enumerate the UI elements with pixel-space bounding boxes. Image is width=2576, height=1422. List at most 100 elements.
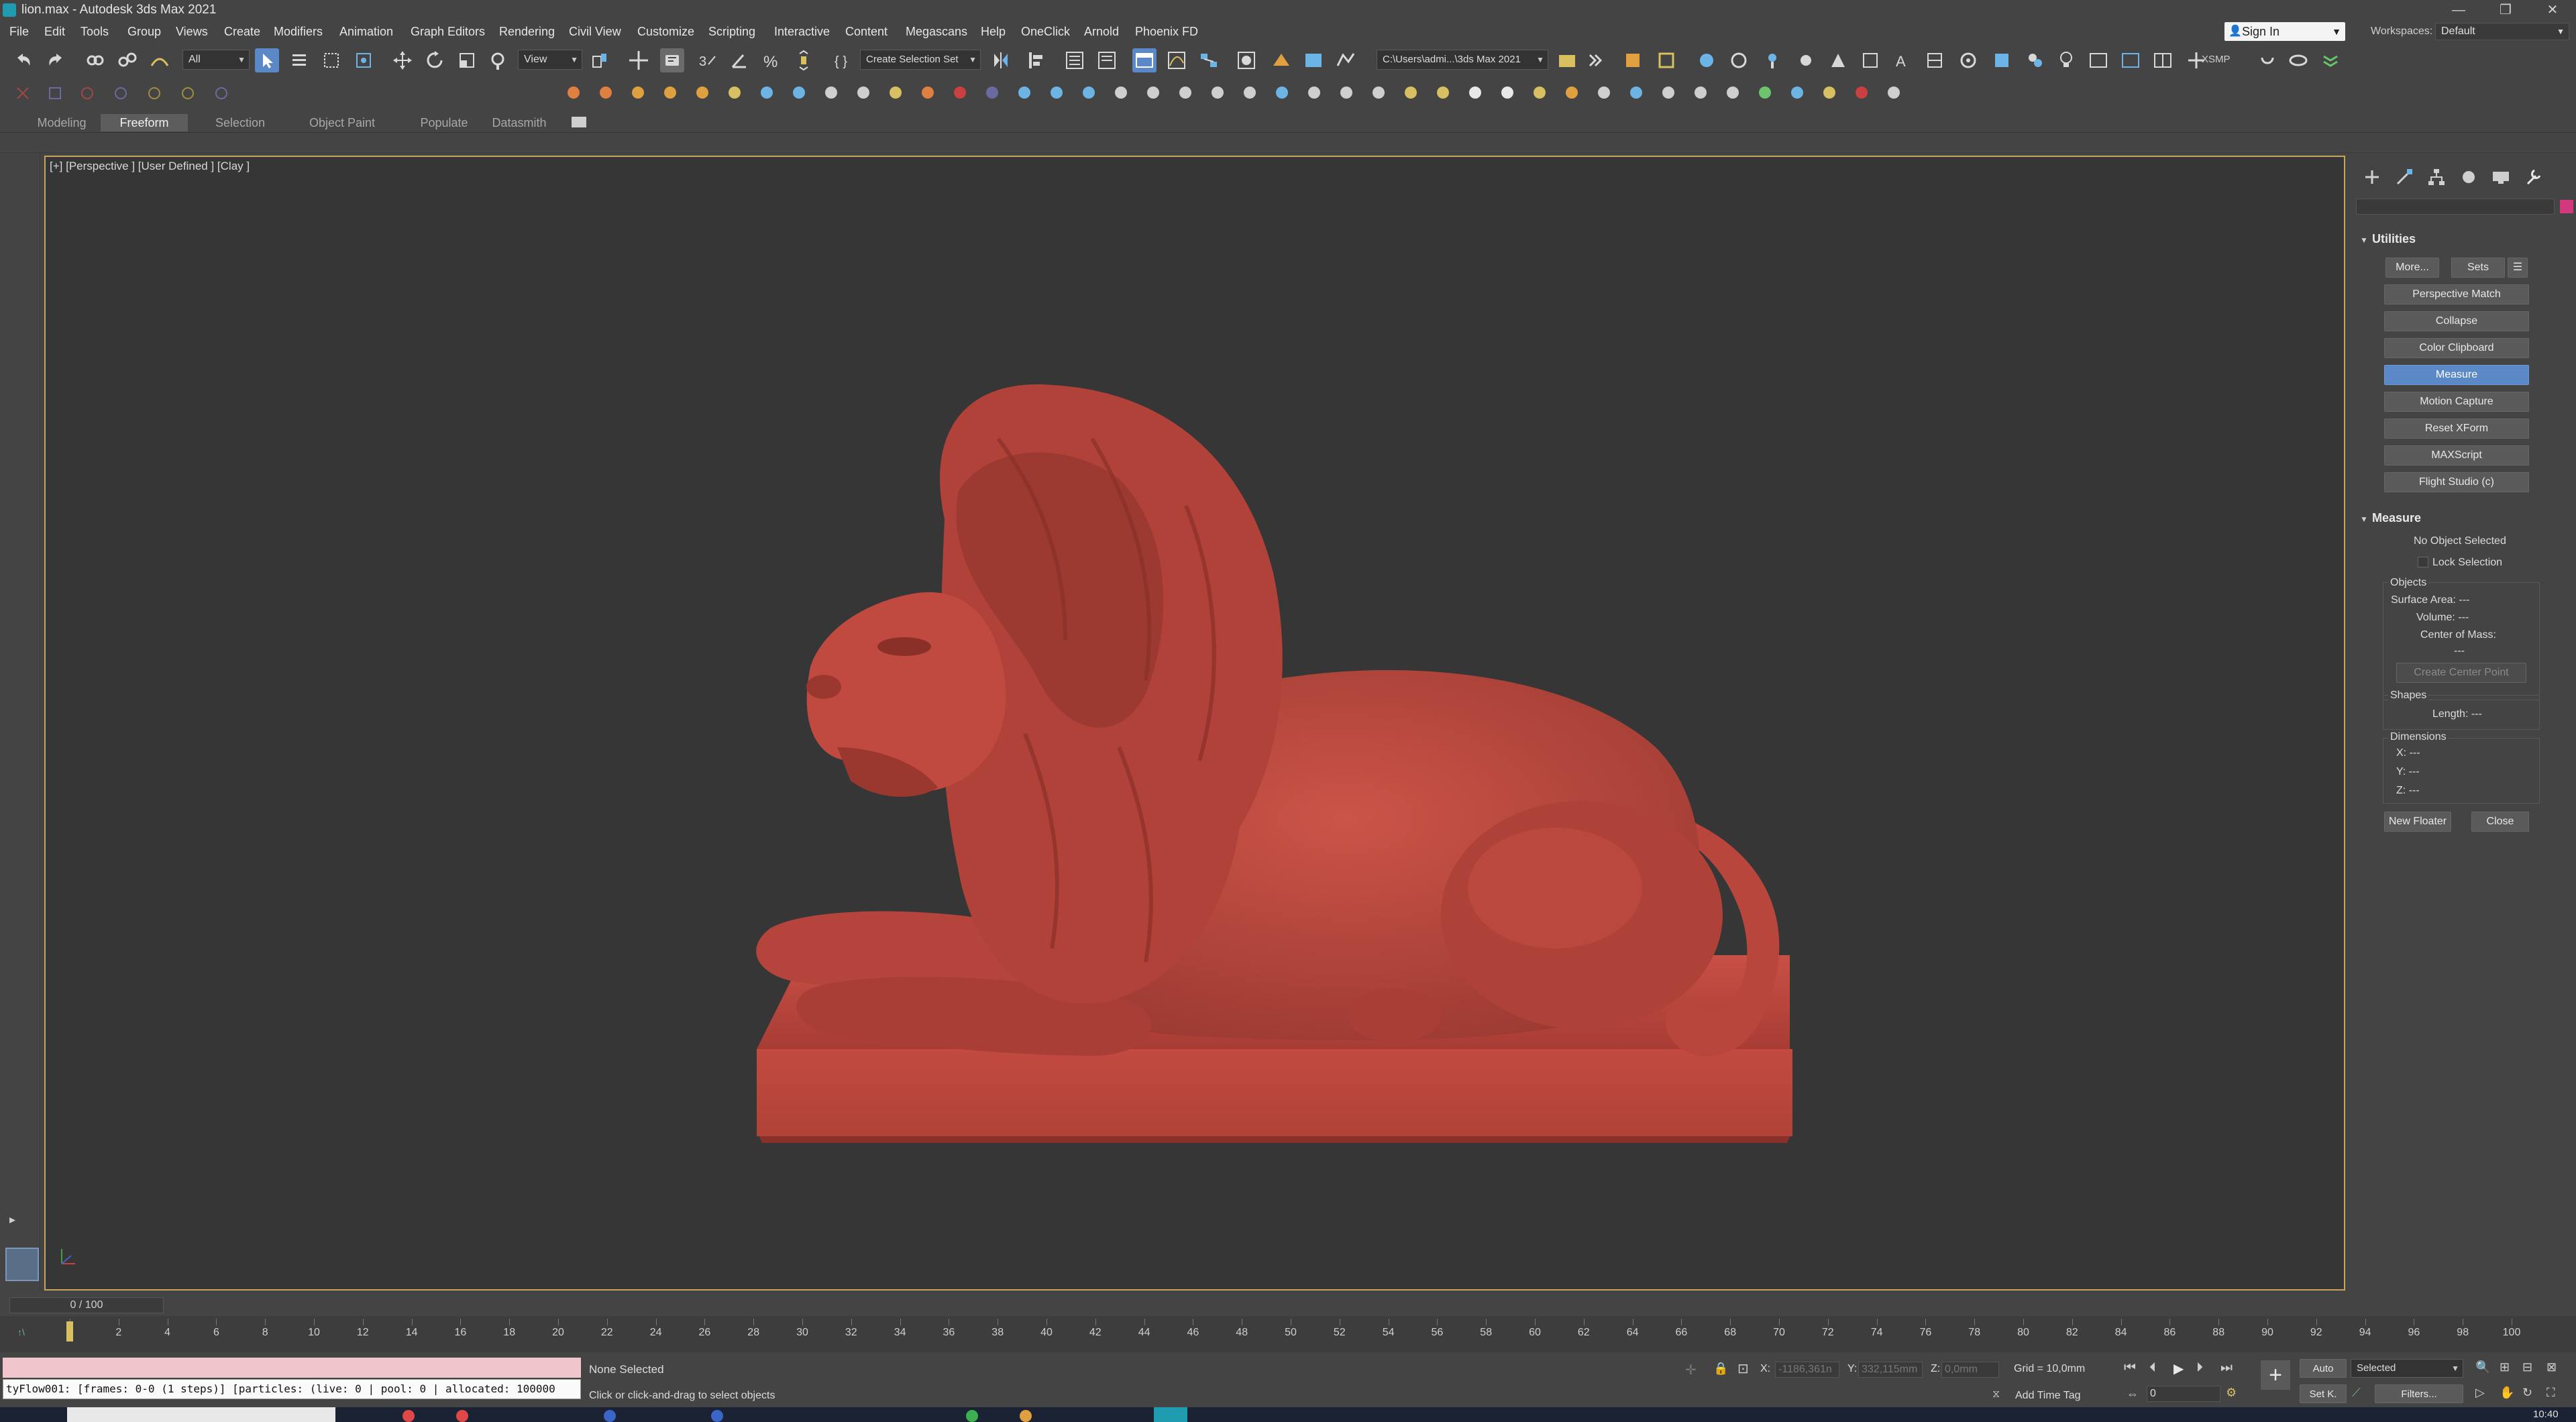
toolbar-tool-icon[interactable] (1304, 83, 1324, 103)
time-tag-icon[interactable]: ⧖ (1992, 1388, 2000, 1401)
plugin-tool-icon-1[interactable] (1621, 48, 1645, 72)
menu-tools[interactable]: Tools (80, 25, 109, 39)
render-setup-icon[interactable] (1269, 48, 1293, 72)
time-slider[interactable]: 0 / 100 (9, 1297, 164, 1313)
toolbar-tool-icon[interactable] (853, 83, 873, 103)
toolbar-tool-icon[interactable] (1433, 83, 1453, 103)
key-filter-dropdown[interactable]: Selected ▼ (2351, 1359, 2463, 1378)
toolbar-tool-icon[interactable] (660, 83, 680, 103)
menu-customize[interactable]: Customize (637, 25, 694, 39)
viewport-layout-icon[interactable] (5, 1248, 39, 1281)
toolbar-tool-icon[interactable] (1240, 83, 1260, 103)
selection-filter-dropdown[interactable]: All ▼ (182, 50, 250, 70)
toggle-ribbon-icon[interactable] (1132, 48, 1157, 72)
close-measure-button[interactable]: Close (2471, 812, 2529, 832)
modify-panel-tab[interactable] (2392, 165, 2416, 189)
menu-scripting[interactable]: Scripting (708, 25, 755, 39)
current-frame-marker[interactable] (66, 1321, 73, 1342)
taskbar-3dsmax-icon[interactable] (1154, 1407, 1187, 1422)
toolbar-tool-icon[interactable] (918, 83, 938, 103)
expand-layout-icon[interactable]: ▸ (9, 1213, 25, 1229)
x-coord-field[interactable]: -1186,361n (1775, 1362, 1839, 1378)
toolbar-tool-icon[interactable] (1690, 83, 1711, 103)
play-icon[interactable]: ▶ (2174, 1360, 2184, 1377)
toolbar-tool-icon[interactable] (757, 83, 777, 103)
toolbar-tool-icon[interactable] (1401, 83, 1421, 103)
lightbulb-icon[interactable] (2054, 48, 2078, 72)
plugin-tool-icon-7[interactable] (1826, 48, 1850, 72)
layer-explorer-icon[interactable] (1095, 48, 1119, 72)
utilities-rollout-header[interactable]: ▼ Utilities (2360, 229, 2568, 248)
toolbar-tool-icon[interactable] (1111, 83, 1131, 103)
toolbar-tool-icon[interactable] (1497, 83, 1517, 103)
go-to-end-icon[interactable]: ⏭ (2220, 1360, 2233, 1376)
select-and-scale-icon[interactable] (455, 48, 479, 72)
menu-megascans[interactable]: Megascans (906, 25, 967, 39)
toolbar-tool-icon[interactable] (1562, 83, 1582, 103)
menu-oneclick[interactable]: OneClick (1021, 25, 1070, 39)
selection-lock-icon[interactable]: 🔒 (1713, 1362, 1728, 1376)
orbit-icon[interactable]: ↻ (2522, 1386, 2532, 1400)
toolbar-tool-icon[interactable] (1143, 83, 1163, 103)
taskbar-search[interactable] (67, 1407, 335, 1422)
menu-civil-view[interactable]: Civil View (569, 25, 621, 39)
taskbar-app-icon[interactable] (711, 1410, 723, 1422)
more-tools-icon[interactable] (1583, 48, 1607, 72)
window-crossing-icon[interactable] (352, 48, 376, 72)
toolbar-tool-icon[interactable] (1819, 83, 1839, 103)
redo-icon[interactable] (44, 48, 68, 72)
toolbar-tool-icon[interactable] (1336, 83, 1356, 103)
new-floater-button[interactable]: New Floater (2384, 812, 2451, 832)
menu-create[interactable]: Create (224, 25, 260, 39)
plugin-tool-icon-11[interactable] (1956, 48, 1980, 72)
auto-key-button[interactable]: Auto (2300, 1359, 2347, 1378)
perspective-match-button[interactable]: Perspective Match (2384, 284, 2529, 305)
material-editor-icon[interactable] (1234, 48, 1258, 72)
y-coord-field[interactable]: 332,115mm (1858, 1362, 1923, 1378)
plugin-tool-icon-18[interactable] (2255, 48, 2279, 72)
set-key-button[interactable]: Set K. (2300, 1384, 2347, 1403)
plugin-tool-icon-6[interactable] (1794, 48, 1818, 72)
plugin-tool-icon-13[interactable] (2023, 48, 2047, 72)
plugin-tool-icon-3[interactable] (1695, 48, 1719, 72)
pivot-center-icon[interactable] (588, 48, 612, 72)
display-panel-tab[interactable] (2489, 165, 2513, 189)
menu-edit[interactable]: Edit (44, 25, 65, 39)
track-bar[interactable]: ↑\ 0246810121416182022242628303234363840… (0, 1316, 2576, 1352)
undo-icon[interactable] (11, 48, 35, 72)
reference-coordinate-dropdown[interactable]: View ▼ (518, 50, 582, 70)
tab-selection[interactable]: Selection (201, 114, 279, 131)
scene-explorer-icon[interactable] (1063, 48, 1087, 72)
menu-interactive[interactable]: Interactive (774, 25, 830, 39)
toolbar-tool-icon[interactable] (1079, 83, 1099, 103)
toolbar-tool-icon[interactable] (1046, 83, 1067, 103)
plugin-tool-icon-19[interactable] (2286, 48, 2310, 72)
zoom-extents-icon[interactable]: ⊟ (2522, 1360, 2532, 1374)
workspaces-dropdown[interactable]: Default ▼ (2435, 23, 2569, 40)
key-filters-button[interactable]: Filters... (2375, 1384, 2463, 1403)
toolbar-tool-icon[interactable] (1175, 83, 1195, 103)
zoom-icon[interactable]: 🔍 (2475, 1360, 2490, 1374)
project-folder-dropdown[interactable]: C:\Users\admi...\3ds Max 2021 ▼ (1377, 50, 1548, 70)
menu-graph-editors[interactable]: Graph Editors (411, 25, 485, 39)
pan-view-icon[interactable]: ✋ (2500, 1386, 2514, 1400)
toolbar-tool-icon[interactable] (789, 83, 809, 103)
measure-rollout-header[interactable]: ▼ Measure (2360, 508, 2568, 527)
maximize-viewport-icon[interactable]: ⛶ (2546, 1386, 2555, 1400)
schematic-view-icon[interactable] (1197, 48, 1221, 72)
keyboard-shortcut-override-icon[interactable] (660, 48, 684, 72)
angle-snap-icon[interactable] (727, 48, 751, 72)
align-icon[interactable] (1024, 48, 1048, 72)
next-frame-icon[interactable]: ⏵ (2196, 1360, 2203, 1376)
previous-frame-icon[interactable]: ⏴ (2149, 1360, 2156, 1376)
toolbar-tool-icon[interactable] (1658, 83, 1678, 103)
configure-sets-icon[interactable]: ☰ (2508, 258, 2528, 278)
toolbar-tool-icon[interactable] (1208, 83, 1228, 103)
menu-help[interactable]: Help (981, 25, 1006, 39)
motion-capture-button[interactable]: Motion Capture (2384, 392, 2529, 412)
menu-file[interactable]: File (9, 25, 29, 39)
minimize-button[interactable]: — (2435, 0, 2482, 20)
hierarchy-panel-tab[interactable] (2424, 165, 2449, 189)
toolbar-tool-icon[interactable] (1465, 83, 1485, 103)
utility-sets-button[interactable]: Sets (2451, 258, 2505, 278)
